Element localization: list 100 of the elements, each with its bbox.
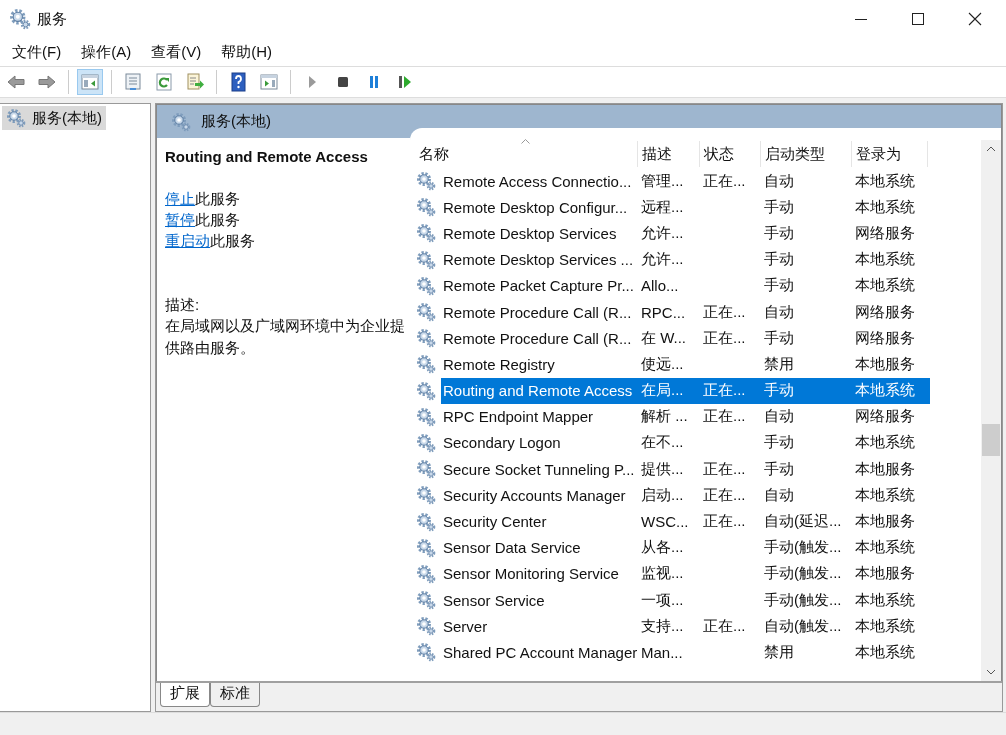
table-cell: 支持... — [641, 616, 684, 634]
table-cell: 在 W... — [641, 328, 686, 346]
table-cell: 解析 ... — [641, 407, 688, 425]
column-header[interactable]: 名称 — [416, 141, 638, 167]
table-cell: 网络服务 — [855, 328, 915, 346]
table-cell: 正在... — [703, 381, 746, 399]
scroll-down-icon[interactable] — [986, 669, 996, 675]
table-cell: 正在... — [703, 512, 746, 530]
table-cell: RPC Endpoint Mapper — [443, 408, 594, 426]
table-cell: Secondary Logon — [443, 434, 561, 452]
table-cell: Remote Packet Capture Pr... — [443, 277, 634, 295]
table-cell: Server — [443, 617, 488, 635]
menu-item[interactable]: 文件(F) — [12, 42, 62, 62]
table-cell: 提供... — [641, 459, 684, 477]
table-cell: RPC... — [641, 303, 686, 321]
table-cell: 本地系统 — [855, 250, 915, 268]
service-icon — [416, 406, 436, 427]
service-icon — [416, 223, 436, 244]
column-header[interactable]: 状态 — [700, 141, 761, 167]
table-cell: Remote Desktop Configur... — [443, 198, 628, 216]
app-icon — [9, 8, 31, 30]
table-cell: 本地系统 — [855, 197, 915, 215]
table-cell: 手动(触发... — [764, 538, 842, 556]
table-cell: 一项... — [641, 590, 684, 608]
view-tab[interactable]: 标准 — [210, 683, 260, 707]
menu-item[interactable]: 帮助(H) — [221, 42, 272, 62]
column-header[interactable]: 描述 — [638, 141, 700, 167]
view-tab[interactable]: 扩展 — [160, 683, 210, 707]
table-cell: 禁用 — [764, 354, 794, 372]
selected-row[interactable]: Routing and Remote Access 在局... 正在... 手动 本地系统 — [441, 377, 930, 404]
table-cell: 正在... — [703, 616, 746, 634]
window-title: 服务 — [37, 9, 67, 29]
service-icon — [416, 642, 436, 663]
service-icon — [416, 354, 436, 375]
menu-item[interactable]: 查看(V) — [151, 42, 202, 62]
menu-item[interactable]: 操作(A) — [81, 42, 132, 62]
table-cell: Secure Socket Tunneling P... — [443, 460, 635, 478]
table-cell: 手动 — [764, 197, 794, 215]
service-icon — [416, 537, 436, 558]
table-cell: Allo... — [641, 277, 679, 295]
table-cell: 本地系统 — [855, 590, 915, 608]
table-cell: 手动(触发... — [764, 564, 842, 582]
table-cell: 手动 — [764, 433, 794, 451]
table-cell: 网络服务 — [855, 407, 915, 425]
table-cell: Man... — [641, 643, 683, 661]
table-cell: 本地服务 — [855, 459, 915, 477]
table-cell: 正在... — [703, 459, 746, 477]
table-cell: 手动(触发... — [764, 590, 842, 608]
table-cell: 手动 — [764, 459, 794, 477]
description-text: 在局域网以及广域网环境中为企业提供路由服务。 — [165, 316, 406, 358]
table-cell: Remote Desktop Services ... — [443, 251, 634, 269]
table-cell: Security Accounts Manager — [443, 486, 626, 504]
service-icon — [416, 485, 436, 506]
table-cell: Remote Registry — [443, 355, 555, 373]
table-cell: 自动(延迟... — [764, 512, 842, 530]
table-cell: Sensor Monitoring Service — [443, 565, 619, 583]
table-cell: 手动 — [764, 223, 794, 241]
table-cell: Remote Desktop Services — [443, 224, 617, 242]
scroll-up-icon[interactable] — [986, 146, 996, 152]
table-cell: 本地系统 — [855, 538, 915, 556]
gear-icon — [171, 111, 191, 132]
table-cell: 自动(触发... — [764, 616, 842, 634]
pane-title: 服务(本地) — [201, 112, 271, 131]
table-cell: 本地系统 — [855, 616, 915, 634]
scroll-thumb[interactable] — [982, 424, 1000, 456]
table-cell: 本地服务 — [855, 354, 915, 372]
service-icon — [416, 511, 436, 532]
table-cell: Security Center — [443, 513, 547, 531]
action-link[interactable]: 暂停 — [165, 210, 195, 230]
table-cell: 正在... — [703, 171, 746, 189]
table-cell: 自动 — [764, 485, 794, 503]
column-header[interactable]: 登录为 — [852, 141, 928, 167]
table-cell: WSC... — [641, 513, 689, 531]
table-cell: 在局... — [641, 381, 684, 399]
service-icon — [416, 249, 436, 270]
table-cell: 禁用 — [764, 642, 794, 660]
table-cell: Remote Access Connectio... — [443, 172, 632, 190]
table-cell: 使远... — [641, 354, 684, 372]
scrollbar[interactable] — [981, 140, 1001, 681]
service-icon — [416, 459, 436, 480]
action-link[interactable]: 停止 — [165, 189, 195, 209]
table-cell: 从各... — [641, 538, 684, 556]
action-link[interactable]: 重启动 — [165, 231, 210, 251]
tree-item[interactable]: 服务(本地) — [2, 106, 106, 130]
table-cell: 本地系统 — [855, 433, 915, 451]
service-icon — [416, 563, 436, 584]
table-cell: 在不... — [641, 433, 684, 451]
description-label: 描述: — [165, 295, 201, 315]
table-cell: 管理... — [641, 171, 684, 189]
action-text: 此服务 — [195, 210, 240, 230]
table-cell: Remote Procedure Call (R... — [443, 329, 632, 347]
service-icon — [416, 197, 436, 218]
column-header[interactable]: 启动类型 — [761, 141, 852, 167]
table-cell: 本地系统 — [855, 171, 915, 189]
table-cell: 正在... — [703, 328, 746, 346]
table-cell: 本地服务 — [855, 564, 915, 582]
service-icon — [416, 302, 436, 323]
service-icon — [416, 590, 436, 611]
table-cell: 远程... — [641, 197, 684, 215]
table-cell: 本地服务 — [855, 512, 915, 530]
